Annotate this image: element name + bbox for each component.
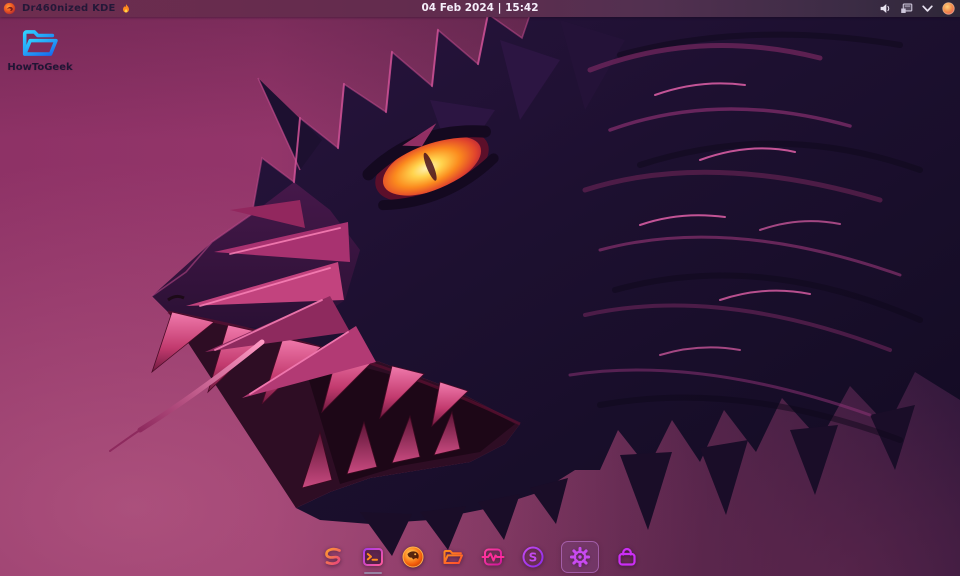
- dock-item-terminal[interactable]: [361, 545, 385, 569]
- dock-item-s-swoosh[interactable]: [321, 545, 345, 569]
- dock-item-settings[interactable]: [561, 545, 599, 569]
- desktop-icon-howtogeek[interactable]: HowToGeek: [6, 26, 74, 73]
- expand-chevron-icon[interactable]: [921, 2, 934, 15]
- dragon-browser-icon: [401, 545, 425, 569]
- dock: S: [321, 541, 639, 573]
- dock-item-dragon-browser[interactable]: [401, 545, 425, 569]
- volume-icon[interactable]: [879, 2, 892, 15]
- pulse-monitor-icon: [481, 545, 505, 569]
- folder-icon: [19, 26, 61, 60]
- dock-item-pulse-monitor[interactable]: [481, 545, 505, 569]
- garuda-logo-icon[interactable]: [3, 2, 16, 15]
- clipboard-icon[interactable]: [900, 2, 913, 15]
- desktop-root: Dr460nized KDE 04 Feb 2024 | 15:42: [0, 0, 960, 576]
- gear-icon: [568, 545, 592, 569]
- folder-icon: [441, 545, 465, 569]
- dragon-wallpaper: [0, 0, 960, 576]
- active-app-highlight: [561, 541, 599, 573]
- panel-left-section: Dr460nized KDE: [0, 0, 131, 17]
- dock-item-s-badge[interactable]: S: [521, 545, 545, 569]
- running-indicator: [364, 572, 382, 575]
- s-badge-icon: S: [521, 545, 545, 569]
- desktop-icon-label: HowToGeek: [6, 62, 74, 73]
- svg-text:S: S: [529, 550, 538, 564]
- fire-icon: [121, 3, 131, 15]
- terminal-icon: [361, 545, 385, 569]
- shopping-bag-icon: [615, 545, 639, 569]
- dock-item-file-manager[interactable]: [441, 545, 465, 569]
- s-swoosh-icon: [321, 545, 345, 569]
- top-panel: Dr460nized KDE 04 Feb 2024 | 15:42: [0, 0, 960, 17]
- clock[interactable]: 04 Feb 2024 | 15:42: [0, 0, 960, 17]
- system-tray: [879, 2, 960, 15]
- active-window-title: Dr460nized KDE: [22, 0, 116, 17]
- user-avatar[interactable]: [942, 2, 955, 15]
- dock-item-software-center[interactable]: [615, 545, 639, 569]
